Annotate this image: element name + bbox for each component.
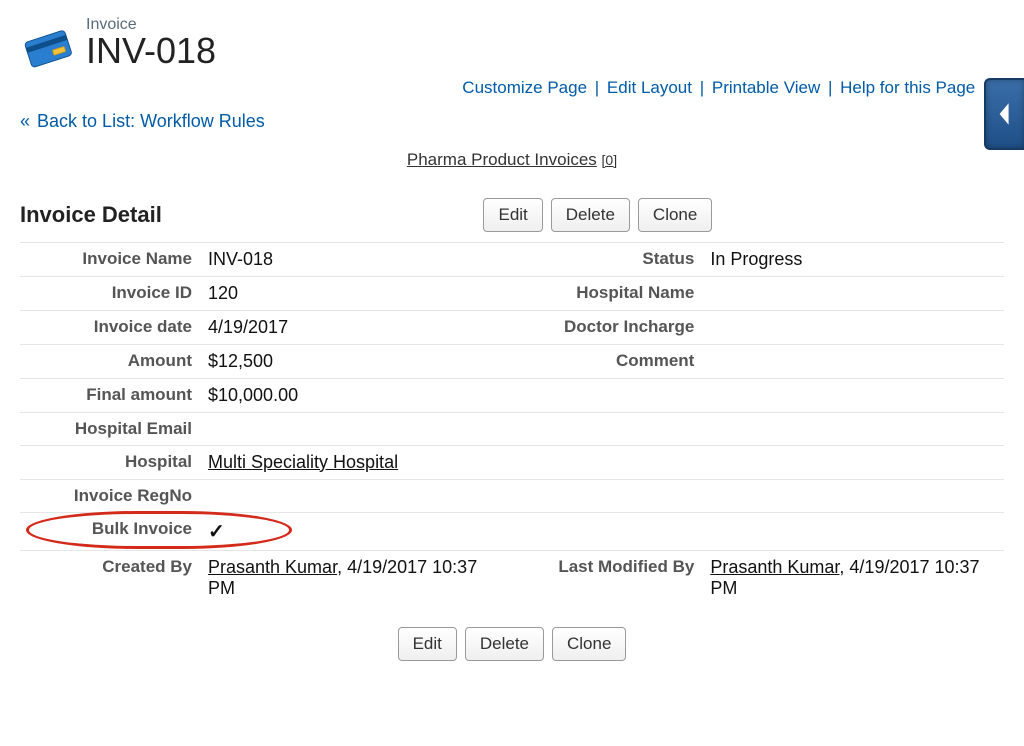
delete-button-bottom[interactable]: Delete bbox=[465, 627, 544, 661]
label-amount: Amount bbox=[20, 344, 200, 378]
value-hospital-link[interactable]: Multi Speciality Hospital bbox=[208, 452, 398, 472]
value-bulk-invoice-check-icon: ✓ bbox=[208, 521, 225, 543]
value-invoice-regno bbox=[200, 479, 502, 512]
value-amount: $12,500 bbox=[200, 344, 502, 378]
edit-button-bottom[interactable]: Edit bbox=[398, 627, 457, 661]
record-name: INV-018 bbox=[86, 30, 216, 72]
edit-button[interactable]: Edit bbox=[483, 198, 542, 232]
label-hospital-name: Hospital Name bbox=[502, 276, 702, 310]
label-created-by: Created By bbox=[20, 550, 200, 605]
label-comment: Comment bbox=[502, 344, 702, 378]
label-final-amount: Final amount bbox=[20, 378, 200, 412]
value-invoice-id: 120 bbox=[200, 276, 502, 310]
value-doctor-incharge bbox=[702, 310, 1004, 344]
invoice-icon bbox=[20, 20, 76, 76]
value-created-by-user-link[interactable]: Prasanth Kumar bbox=[208, 557, 337, 577]
value-invoice-name: INV-018 bbox=[200, 242, 502, 276]
value-hospital-email bbox=[200, 412, 502, 445]
edit-layout-link[interactable]: Edit Layout bbox=[607, 78, 692, 97]
separator: | bbox=[697, 78, 707, 97]
section-title: Invoice Detail bbox=[20, 202, 162, 228]
clone-button-bottom[interactable]: Clone bbox=[552, 627, 626, 661]
label-invoice-id: Invoice ID bbox=[20, 276, 200, 310]
back-caret-icon: « bbox=[20, 111, 30, 131]
delete-button[interactable]: Delete bbox=[551, 198, 630, 232]
clone-button[interactable]: Clone bbox=[638, 198, 712, 232]
label-invoice-date: Invoice date bbox=[20, 310, 200, 344]
value-hospital-name bbox=[702, 276, 1004, 310]
label-hospital: Hospital bbox=[20, 445, 200, 479]
help-link[interactable]: Help for this Page bbox=[840, 78, 975, 97]
label-invoice-name: Invoice Name bbox=[20, 242, 200, 276]
top-links-bar: Customize Page | Edit Layout | Printable… bbox=[20, 78, 1004, 99]
label-invoice-regno: Invoice RegNo bbox=[20, 479, 200, 512]
label-doctor-incharge: Doctor Incharge bbox=[502, 310, 702, 344]
detail-table: Invoice Name INV-018 Status In Progress … bbox=[20, 242, 1004, 605]
side-panel-toggle[interactable] bbox=[984, 78, 1024, 150]
chevron-left-icon bbox=[996, 100, 1014, 128]
separator: | bbox=[592, 78, 602, 97]
value-final-amount: $10,000.00 bbox=[200, 378, 502, 412]
value-comment bbox=[702, 344, 1004, 378]
related-list-link[interactable]: Pharma Product Invoices bbox=[407, 150, 597, 169]
customize-page-link[interactable]: Customize Page bbox=[462, 78, 587, 97]
label-last-modified-by: Last Modified By bbox=[502, 550, 702, 605]
value-last-modified-by-user-link[interactable]: Prasanth Kumar bbox=[710, 557, 839, 577]
label-status: Status bbox=[502, 242, 702, 276]
label-hospital-email: Hospital Email bbox=[20, 412, 200, 445]
value-invoice-date: 4/19/2017 bbox=[200, 310, 502, 344]
back-to-list-link[interactable]: Back to List: Workflow Rules bbox=[37, 111, 265, 131]
value-status: In Progress bbox=[702, 242, 1004, 276]
label-bulk-invoice: Bulk Invoice bbox=[92, 519, 192, 538]
related-list-count: [0] bbox=[602, 152, 618, 168]
printable-view-link[interactable]: Printable View bbox=[712, 78, 820, 97]
separator: | bbox=[825, 78, 835, 97]
